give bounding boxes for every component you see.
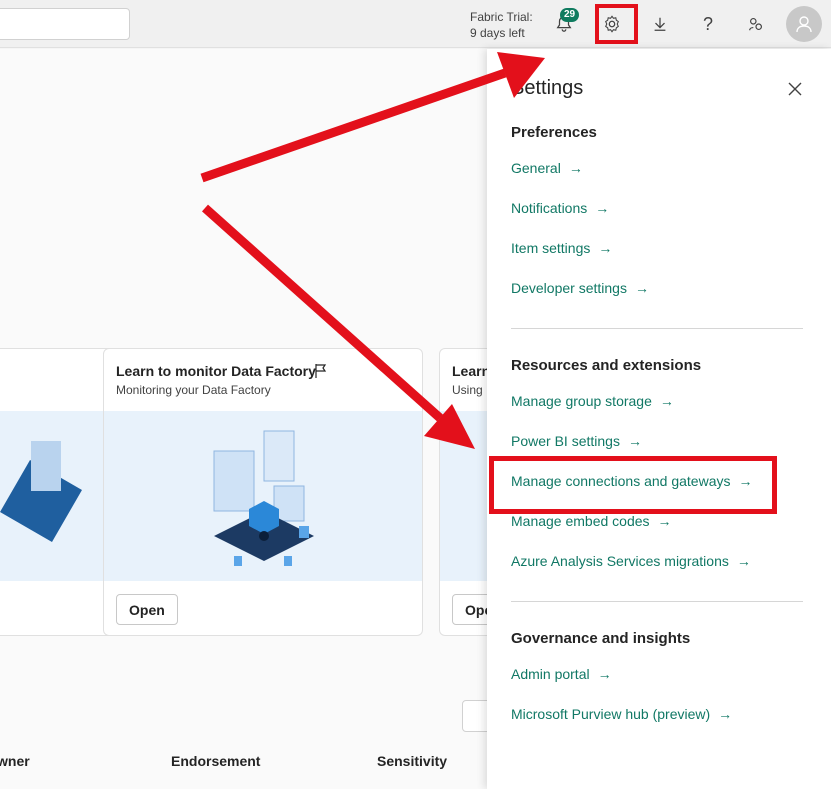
link-azure-analysis-migrations[interactable]: Azure Analysis Services migrations → bbox=[511, 553, 751, 569]
notification-count-badge: 29 bbox=[560, 8, 580, 22]
search-input[interactable] bbox=[0, 8, 130, 40]
top-bar: Fabric Trial: 9 days left 29 ? bbox=[0, 0, 831, 48]
avatar[interactable] bbox=[786, 6, 822, 42]
card-title: Learn bbox=[452, 363, 491, 379]
close-icon[interactable] bbox=[785, 79, 805, 99]
gear-annotation-box bbox=[595, 4, 638, 44]
card-title: Learn to monitor Data Factory bbox=[116, 363, 316, 379]
arrow-right-icon: → bbox=[659, 393, 674, 409]
arrow-right-icon: → bbox=[597, 666, 612, 682]
link-label: Microsoft Purview hub (preview) bbox=[511, 706, 711, 722]
arrow-right-icon: → bbox=[736, 553, 751, 569]
help-icon[interactable]: ? bbox=[692, 8, 724, 40]
arrow-right-icon: → bbox=[657, 513, 672, 529]
connections-annotation-box bbox=[489, 456, 777, 514]
link-label: Manage embed codes bbox=[511, 513, 650, 529]
feedback-icon[interactable] bbox=[740, 8, 772, 40]
trial-days-left: 9 days left bbox=[470, 26, 525, 40]
link-label: Item settings bbox=[511, 240, 591, 256]
arrow-right-icon: → bbox=[568, 160, 583, 176]
trial-label: Fabric Trial: bbox=[470, 10, 533, 24]
column-header-sensitivity[interactable]: Sensitivity bbox=[377, 753, 447, 769]
link-power-bi-settings[interactable]: Power BI settings → bbox=[511, 433, 642, 449]
open-button[interactable]: Open bbox=[116, 594, 178, 625]
section-heading-preferences: Preferences bbox=[511, 124, 597, 141]
flag-icon[interactable] bbox=[314, 363, 328, 384]
link-purview-hub[interactable]: Microsoft Purview hub (preview) → bbox=[511, 706, 732, 722]
divider bbox=[511, 328, 803, 329]
link-label: Developer settings bbox=[511, 280, 627, 296]
link-manage-group-storage[interactable]: Manage group storage → bbox=[511, 393, 674, 409]
link-manage-embed-codes[interactable]: Manage embed codes → bbox=[511, 513, 672, 529]
arrow-right-icon: → bbox=[718, 706, 733, 722]
card-subtitle: Using bbox=[452, 383, 483, 397]
section-heading-governance: Governance and insights bbox=[511, 630, 691, 647]
link-label: Power BI settings bbox=[511, 433, 620, 449]
link-label: Admin portal bbox=[511, 666, 590, 682]
link-admin-portal[interactable]: Admin portal → bbox=[511, 666, 612, 682]
arrow-right-icon: → bbox=[627, 433, 642, 449]
link-label: Azure Analysis Services migrations bbox=[511, 553, 729, 569]
card-illustration bbox=[104, 411, 422, 581]
learning-card-monitor[interactable]: Learn to monitor Data Factory Monitoring… bbox=[103, 348, 423, 636]
link-notifications[interactable]: Notifications → bbox=[511, 200, 609, 216]
card-subtitle: Monitoring your Data Factory bbox=[116, 383, 271, 397]
section-heading-resources: Resources and extensions bbox=[511, 357, 702, 374]
link-label: Manage group storage bbox=[511, 393, 652, 409]
arrow-right-icon: → bbox=[634, 280, 649, 296]
trial-status[interactable]: Fabric Trial: 9 days left bbox=[470, 9, 533, 41]
settings-panel: Settings Preferences General → Notificati… bbox=[487, 49, 831, 789]
link-item-settings[interactable]: Item settings → bbox=[511, 240, 612, 256]
learning-card-partial-left[interactable] bbox=[0, 348, 115, 636]
divider bbox=[511, 601, 803, 602]
arrow-right-icon: → bbox=[595, 200, 610, 216]
link-developer-settings[interactable]: Developer settings → bbox=[511, 280, 649, 296]
link-label: General bbox=[511, 160, 561, 176]
settings-title: Settings bbox=[511, 77, 584, 99]
column-header-owner[interactable]: wner bbox=[0, 753, 30, 769]
link-label: Notifications bbox=[511, 200, 588, 216]
download-icon[interactable] bbox=[644, 8, 676, 40]
link-general[interactable]: General → bbox=[511, 160, 583, 176]
card-illustration bbox=[0, 411, 114, 581]
arrow-right-icon: → bbox=[598, 240, 613, 256]
column-header-endorsement[interactable]: Endorsement bbox=[171, 753, 260, 769]
